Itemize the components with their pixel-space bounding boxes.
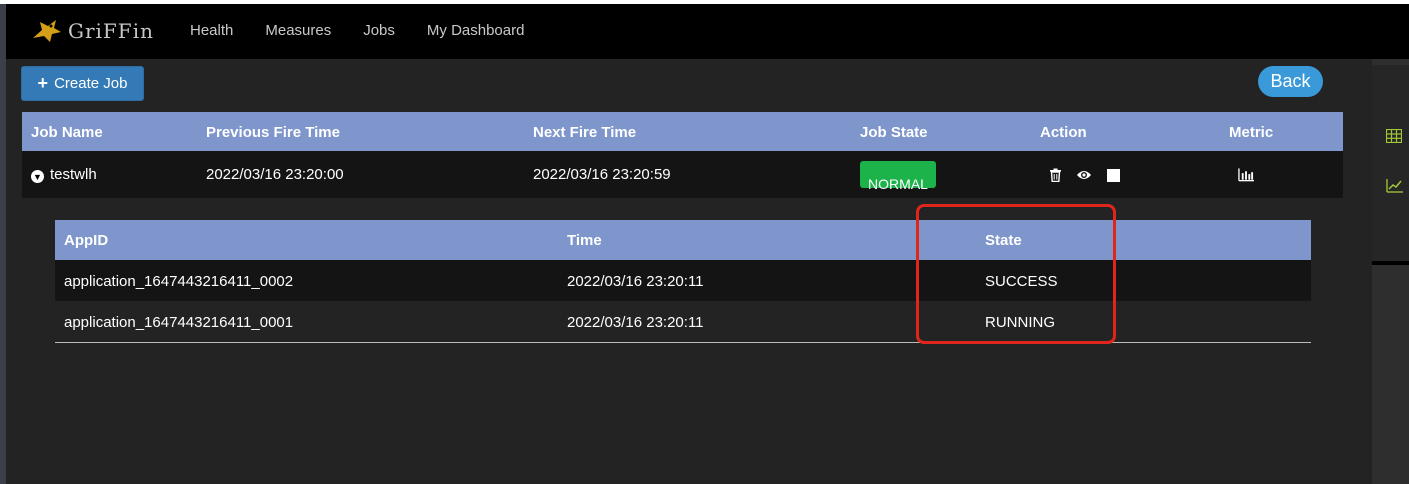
job-row: ▼ testwlh 2022/03/16 23:20:00 2022/03/16 … [22,151,1343,198]
nav-links: Health Measures Jobs My Dashboard [190,22,556,39]
instance-row: application_1647443216411_0002 2022/03/1… [55,260,1311,301]
col-job-name[interactable]: Job Name [31,124,103,141]
logo[interactable]: GriFFin [30,16,154,46]
jobs-table-header: Job Name Previous Fire Time Next Fire Ti… [22,112,1343,151]
line-chart-icon[interactable] [1386,179,1403,195]
col-action: Action [1040,124,1087,141]
col-job-state[interactable]: Job State [860,124,928,141]
instance-appid[interactable]: application_1647443216411_0001 [64,314,293,331]
job-state-badge: NORMAL [860,161,936,192]
logo-text: GriFFin [68,19,154,43]
back-button[interactable]: Back [1258,66,1323,97]
stop-icon[interactable] [1105,167,1121,183]
instances-table-header: AppID Time State [55,220,1311,260]
trash-icon[interactable] [1047,167,1063,183]
job-name-cell[interactable]: ▼ testwlh [31,166,97,183]
chevron-down-icon[interactable]: ▼ [31,170,44,183]
col-appid[interactable]: AppID [64,232,108,249]
griffin-logo-icon [33,20,61,42]
instance-appid[interactable]: application_1647443216411_0002 [64,273,293,290]
side-panel-toolbar [1372,65,1409,265]
bar-chart-icon[interactable] [1238,167,1254,183]
side-panel-divider [1372,261,1409,265]
nav-my-dashboard[interactable]: My Dashboard [427,22,525,39]
nav-jobs[interactable]: Jobs [363,22,395,39]
main-content: + Create Job Back Job Name Previous Fire… [6,59,1372,484]
create-job-button[interactable]: + Create Job [21,66,144,101]
right-side-panel [1372,59,1409,484]
back-label: Back [1270,71,1311,91]
state-highlight-box [916,204,1116,344]
table-icon[interactable] [1385,128,1403,145]
next-fire-time: 2022/03/16 23:20:59 [533,166,671,183]
col-previous-fire-time[interactable]: Previous Fire Time [206,124,340,141]
eye-icon[interactable] [1076,167,1092,183]
instance-row: application_1647443216411_0001 2022/03/1… [55,301,1311,343]
col-time[interactable]: Time [567,232,602,249]
job-state-label: NORMAL [868,176,928,192]
nav-health[interactable]: Health [190,22,233,39]
job-name: testwlh [50,166,97,183]
create-job-label: Create Job [54,75,128,92]
instance-time: 2022/03/16 23:20:11 [567,273,704,290]
plus-icon: + [37,73,49,93]
instance-time: 2022/03/16 23:20:11 [567,314,704,331]
col-metric: Metric [1229,124,1274,141]
nav-measures[interactable]: Measures [265,22,331,39]
navbar: GriFFin Health Measures Jobs My Dashboar… [6,4,1409,59]
col-next-fire-time[interactable]: Next Fire Time [533,124,636,141]
previous-fire-time: 2022/03/16 23:20:00 [206,166,344,183]
